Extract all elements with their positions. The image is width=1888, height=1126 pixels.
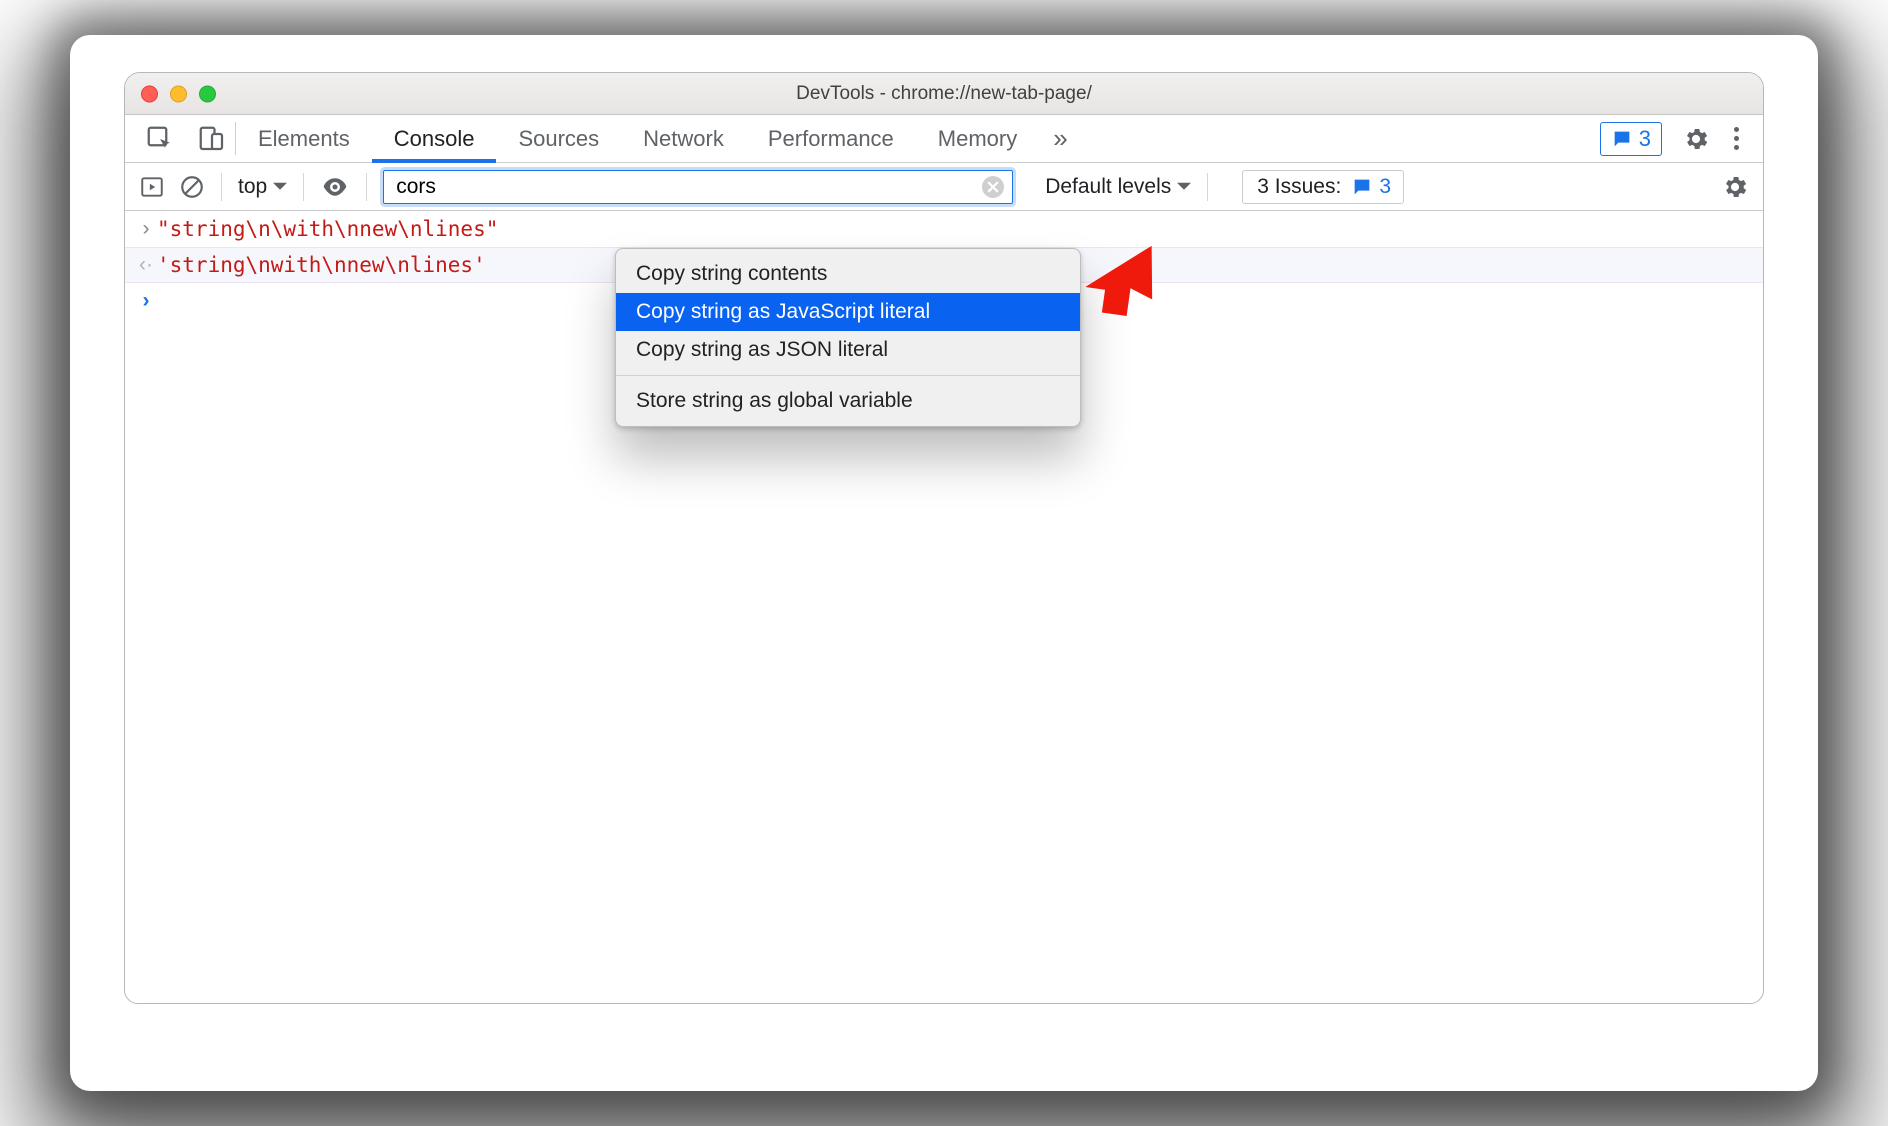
filter-input-container	[383, 170, 1013, 204]
issues-count: 3	[1379, 175, 1391, 199]
toggle-drawer-icon[interactable]	[139, 174, 165, 200]
log-levels-label: Default levels	[1045, 175, 1171, 199]
console-code: "string\n\with\nnew\nlines"	[157, 217, 498, 241]
messages-badge[interactable]: 3	[1600, 122, 1662, 156]
settings-icon[interactable]	[1682, 125, 1710, 153]
inspect-element-icon[interactable]	[145, 124, 175, 154]
console-input-echo[interactable]: › "string\n\with\nnew\nlines"	[125, 211, 1763, 247]
console-settings-icon[interactable]	[1721, 173, 1749, 201]
message-icon	[1351, 176, 1373, 198]
tab-sources[interactable]: Sources	[496, 115, 621, 162]
close-window-button[interactable]	[141, 85, 158, 102]
issues-label: 3 Issues:	[1257, 175, 1341, 199]
input-arrow-icon: ›	[135, 217, 157, 241]
tab-network[interactable]: Network	[621, 115, 746, 162]
menu-copy-string-json-literal[interactable]: Copy string as JSON literal	[616, 331, 1080, 369]
menu-divider	[616, 375, 1080, 376]
clear-console-icon[interactable]	[179, 174, 205, 200]
console-code: 'string\nwith\nnew\nlines'	[157, 253, 486, 277]
context-menu: Copy string contents Copy string as Java…	[615, 248, 1081, 427]
zoom-window-button[interactable]	[199, 85, 216, 102]
panel-tabs: Elements Console Sources Network Perform…	[125, 115, 1763, 163]
title-bar: DevTools - chrome://new-tab-page/	[125, 73, 1763, 115]
log-levels-selector[interactable]: Default levels	[1045, 175, 1191, 199]
traffic-lights	[141, 85, 216, 102]
tab-memory[interactable]: Memory	[916, 115, 1039, 162]
issues-button[interactable]: 3 Issues: 3	[1242, 170, 1404, 204]
context-selector-label: top	[238, 175, 267, 199]
chevron-down-icon	[273, 180, 287, 194]
annotation-arrow-icon	[1077, 237, 1167, 317]
devtools-window: DevTools - chrome://new-tab-page/	[124, 72, 1764, 1004]
console-body: › "string\n\with\nnew\nlines" ‹· 'string…	[125, 211, 1763, 1003]
menu-copy-string-contents[interactable]: Copy string contents	[616, 255, 1080, 293]
console-toolbar: top Default levels 3 Issues:	[125, 163, 1763, 211]
more-tabs-button[interactable]: »	[1039, 115, 1081, 162]
tab-console[interactable]: Console	[372, 115, 497, 162]
menu-store-global-variable[interactable]: Store string as global variable	[616, 382, 1080, 420]
more-options-icon[interactable]	[1730, 127, 1743, 150]
chevron-down-icon	[1177, 180, 1191, 194]
window-title: DevTools - chrome://new-tab-page/	[125, 83, 1763, 105]
menu-copy-string-js-literal[interactable]: Copy string as JavaScript literal	[616, 293, 1080, 331]
live-expression-icon[interactable]	[320, 172, 350, 202]
output-arrow-icon: ‹·	[135, 253, 157, 277]
filter-input[interactable]	[396, 175, 976, 199]
messages-badge-count: 3	[1639, 126, 1651, 152]
context-selector[interactable]: top	[238, 175, 287, 199]
tab-elements[interactable]: Elements	[236, 115, 372, 162]
tab-performance[interactable]: Performance	[746, 115, 916, 162]
minimize-window-button[interactable]	[170, 85, 187, 102]
prompt-arrow-icon: ›	[135, 289, 157, 313]
device-toolbar-icon[interactable]	[197, 124, 227, 154]
clear-filter-icon[interactable]	[982, 176, 1004, 198]
